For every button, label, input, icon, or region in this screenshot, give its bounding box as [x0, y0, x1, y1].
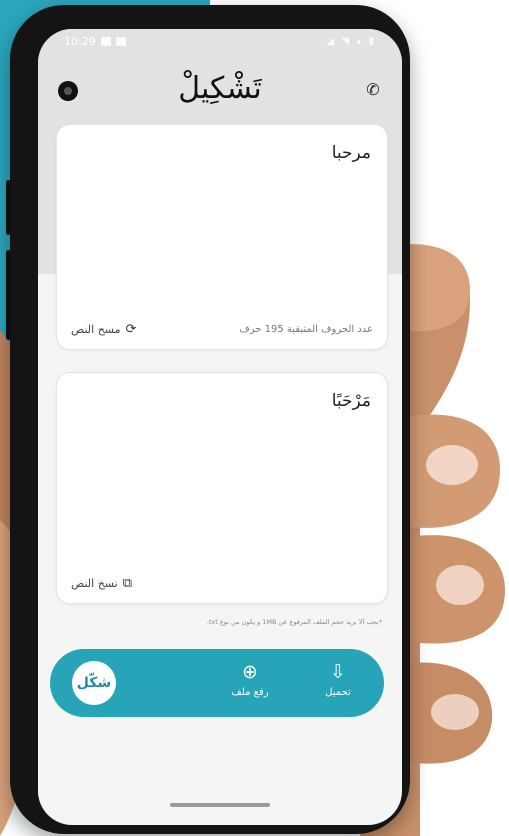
input-card[interactable]: مرحبا ⟳ مسح النص عدد الحروف المتبقية 195…	[56, 124, 388, 350]
phone-icon[interactable]: ✆	[362, 79, 384, 101]
output-card: مَرْحَبًا ⧉ نسخ النص	[56, 372, 388, 604]
tashkeel-button[interactable]: شكّل	[72, 661, 116, 705]
refresh-icon: ⟳	[125, 321, 137, 337]
upload-file-label: رفع ملف	[231, 687, 269, 698]
input-text[interactable]: مرحبا	[332, 143, 371, 163]
download-icon: ⇩	[330, 661, 346, 683]
status-icons: ◢ ◥ ▴ ▮	[326, 35, 376, 47]
download-label: تحميل	[325, 687, 351, 698]
power-button	[6, 250, 11, 340]
upload-file-button[interactable]: ⊕ رفع ملف	[220, 659, 280, 698]
phone-frame: 10:29 ◢ ◥ ▴ ▮ تَشْكِيلْ ✆ مرحبا ⟳ مسح ال…	[6, 5, 410, 834]
status-bar: 10:29 ◢ ◥ ▴ ▮	[38, 29, 402, 53]
home-indicator[interactable]	[170, 803, 270, 807]
notification-icon	[115, 36, 126, 46]
app-title: تَشْكِيلْ	[178, 71, 262, 106]
status-time: 10:29	[64, 34, 96, 48]
notification-icon	[100, 36, 111, 46]
clear-text-label: مسح النص	[71, 322, 121, 336]
volume-button	[6, 180, 11, 235]
copy-icon: ⧉	[122, 575, 132, 591]
bottom-action-bar: شكّل ⊕ رفع ملف ⇩ تحميل	[50, 649, 384, 717]
copy-text-button[interactable]: ⧉ نسخ النص	[71, 576, 132, 591]
output-text: مَرْحَبًا	[331, 391, 371, 411]
upload-note: *يجب ألا يزيد حجم الملف المرفوع عن 1MB و…	[206, 618, 382, 626]
app-header: تَشْكِيلْ ✆	[38, 65, 402, 117]
download-button[interactable]: ⇩ تحميل	[308, 659, 368, 698]
clear-text-button[interactable]: ⟳ مسح النص	[71, 322, 136, 337]
remaining-characters: عدد الحروف المتبقية 195 حرف	[239, 323, 373, 335]
status-left: 10:29	[64, 35, 126, 48]
input-card-footer: ⟳ مسح النص عدد الحروف المتبقية 195 حرف	[71, 319, 373, 339]
upload-plus-icon: ⊕	[242, 661, 258, 683]
output-card-footer: ⧉ نسخ النص	[71, 573, 373, 593]
copy-text-label: نسخ النص	[71, 576, 118, 590]
app-screen: 10:29 ◢ ◥ ▴ ▮ تَشْكِيلْ ✆ مرحبا ⟳ مسح ال…	[38, 29, 402, 825]
